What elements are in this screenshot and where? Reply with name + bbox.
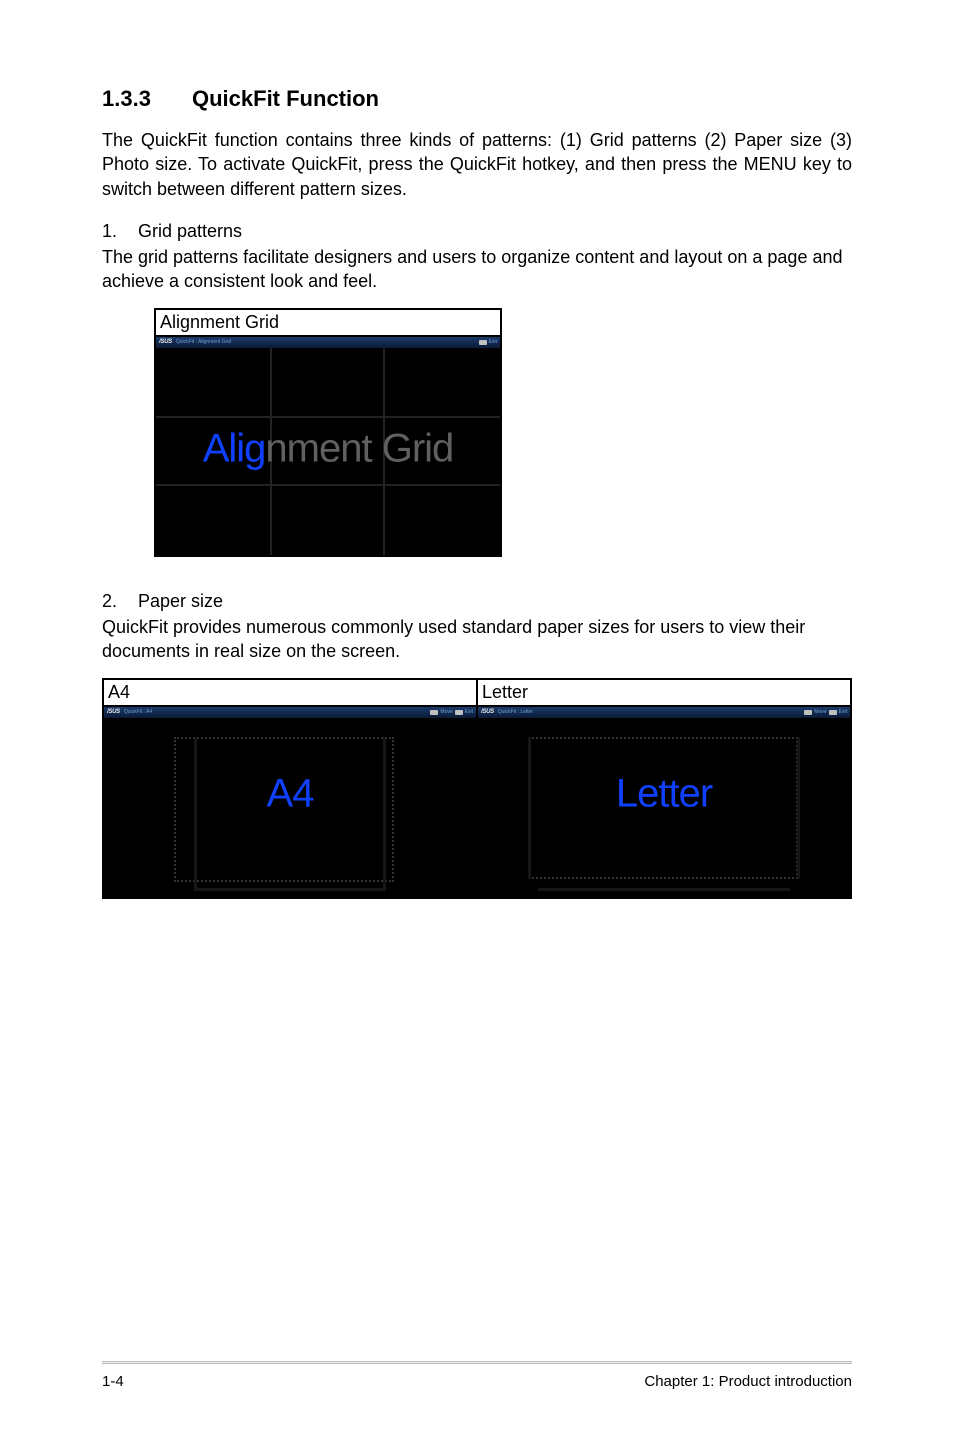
osd-titlebar: /SUS QuickFit : Alignment Grid Exit [156,337,500,348]
monitor-screenshot-alignment: /SUS QuickFit : Alignment Grid Exit Alig… [156,337,500,555]
figure-alignment-grid: Alignment Grid /SUS QuickFit : Alignment… [154,308,852,557]
overlay-text-a4: A4 [267,772,314,817]
overlay-text-letter: Letter [616,772,712,817]
list-item-1: 1.Grid patterns [102,219,852,243]
monitor-screenshot-a4: /SUS QuickFit : A4 Move Exit A4 [104,707,476,897]
list-item-2-text: QuickFit provides numerous commonly used… [102,615,852,664]
page-content: 1.3.3QuickFit Function The QuickFit func… [0,0,954,899]
osd-key-icon [430,710,438,715]
list-number: 1. [102,219,138,243]
osd-exit-text: Exit [465,709,473,715]
page-footer: 1-4 Chapter 1: Product introduction [102,1373,852,1390]
figure-label-a4: A4 [104,680,476,707]
figure-letter: Letter /SUS QuickFit : Letter Move Exit [476,678,852,899]
chapter-title: Chapter 1: Product introduction [644,1373,852,1390]
figure-paper-row: A4 /SUS QuickFit : A4 Move Exit [102,678,852,899]
asus-logo: /SUS [159,339,172,345]
osd-key-icon [479,340,487,345]
osd-mode-text: QuickFit : Alignment Grid [176,339,231,345]
section-heading: 1.3.3QuickFit Function [102,86,852,112]
osd-titlebar: /SUS QuickFit : Letter Move Exit [478,707,850,718]
asus-logo: /SUS [107,709,120,715]
list-title: Paper size [138,591,223,611]
intro-paragraph: The QuickFit function contains three kin… [102,128,852,201]
osd-exit-text: Exit [839,709,847,715]
figure-frame: Alignment Grid /SUS QuickFit : Alignment… [154,308,502,557]
figure-label-letter: Letter [478,680,850,707]
osd-titlebar: /SUS QuickFit : A4 Move Exit [104,707,476,718]
osd-mode-text: QuickFit : A4 [124,709,152,715]
osd-key-icon [829,710,837,715]
heading-title: QuickFit Function [192,86,379,111]
osd-left: /SUS QuickFit : A4 [107,709,152,715]
osd-exit-text: Exit [489,339,497,345]
osd-right: Move Exit [430,709,473,715]
heading-number: 1.3.3 [102,86,192,112]
asus-logo: /SUS [481,709,494,715]
osd-move-text: Move [440,709,452,715]
osd-mode-text: QuickFit : Letter [498,709,533,715]
osd-move-text: Move [814,709,826,715]
grid-area: Alignment Grid [156,348,500,555]
figure-a4: A4 /SUS QuickFit : A4 Move Exit [102,678,478,899]
list-item-1-text: The grid patterns facilitate designers a… [102,245,852,294]
osd-left: /SUS QuickFit : Alignment Grid [159,339,231,345]
osd-right: Move Exit [804,709,847,715]
list-title: Grid patterns [138,221,242,241]
osd-key-icon [804,710,812,715]
osd-key-icon [455,710,463,715]
overlay-text-alignment: Alignment Grid [203,427,454,472]
page-number: 1-4 [102,1373,124,1390]
figure-label: Alignment Grid [156,310,500,337]
osd-right: Exit [479,339,497,345]
footer-rule [102,1361,852,1364]
list-item-2: 2.Paper size [102,589,852,613]
osd-left: /SUS QuickFit : Letter [481,709,533,715]
list-number: 2. [102,589,138,613]
monitor-screenshot-letter: /SUS QuickFit : Letter Move Exit Letter [478,707,850,897]
